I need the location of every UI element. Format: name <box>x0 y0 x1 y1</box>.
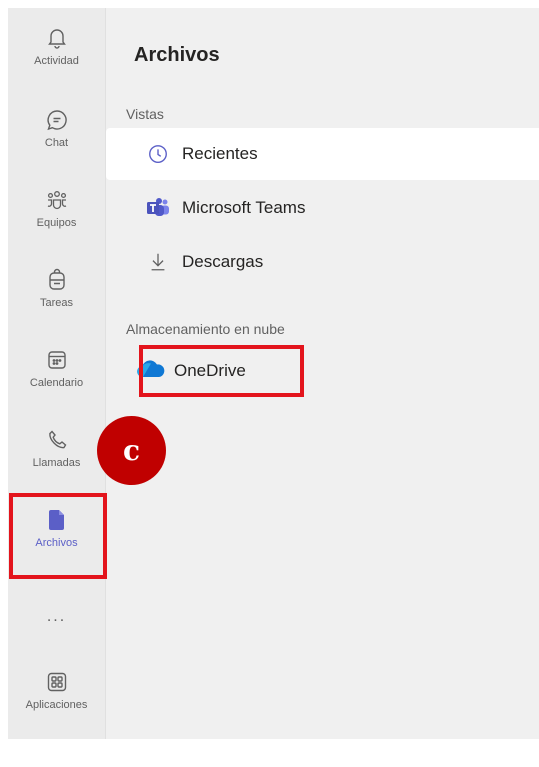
rail-item-calendario[interactable]: Calendario <box>8 348 105 428</box>
step-badge: c <box>97 416 166 485</box>
rail-label: Chat <box>44 137 69 149</box>
rail-item-chat[interactable]: Chat <box>8 108 105 188</box>
bell-icon <box>47 29 66 49</box>
phone-icon <box>48 430 66 449</box>
nav-item-label: Recientes <box>182 144 258 163</box>
apps-icon <box>47 672 66 692</box>
cloud-section-label: Almacenamiento en nube <box>126 321 285 337</box>
teams-people-icon <box>47 191 66 210</box>
rail-label: Tareas <box>39 297 74 309</box>
nav-item-label: Descargas <box>182 252 264 271</box>
nav-item-descargas[interactable]: Descargas <box>106 236 539 288</box>
nav-item-recientes[interactable]: Recientes <box>106 128 539 180</box>
rail-label: Aplicaciones <box>25 699 88 711</box>
nav-item-label: Microsoft Teams <box>182 198 306 217</box>
rail-item-equipos[interactable]: Equipos <box>8 188 105 268</box>
tasks-backpack-icon <box>48 268 65 290</box>
onedrive-highlight-box <box>139 345 304 397</box>
rail-item-actividad[interactable]: Actividad <box>8 26 105 106</box>
more-apps-button[interactable]: ... <box>8 608 105 626</box>
rail-label: Actividad <box>34 55 79 67</box>
microsoft-teams-icon <box>146 196 170 220</box>
archivos-highlight-box <box>9 493 107 579</box>
rail-label: Calendario <box>29 377 84 389</box>
download-icon <box>146 250 170 274</box>
chat-icon <box>46 110 67 131</box>
app-rail: Actividad Chat Equipos Tareas Calendario… <box>8 8 106 739</box>
clock-icon <box>146 142 170 166</box>
rail-label: Equipos <box>36 217 77 229</box>
views-section-label: Vistas <box>126 106 164 122</box>
teams-window: Actividad Chat Equipos Tareas Calendario… <box>8 8 539 739</box>
rail-item-aplicaciones[interactable]: Aplicaciones <box>8 670 105 750</box>
calendar-icon <box>47 351 66 369</box>
page-title: Archivos <box>134 44 220 66</box>
rail-item-tareas[interactable]: Tareas <box>8 268 105 348</box>
nav-item-microsoft-teams[interactable]: Microsoft Teams <box>106 182 539 234</box>
rail-label: Llamadas <box>32 457 81 469</box>
